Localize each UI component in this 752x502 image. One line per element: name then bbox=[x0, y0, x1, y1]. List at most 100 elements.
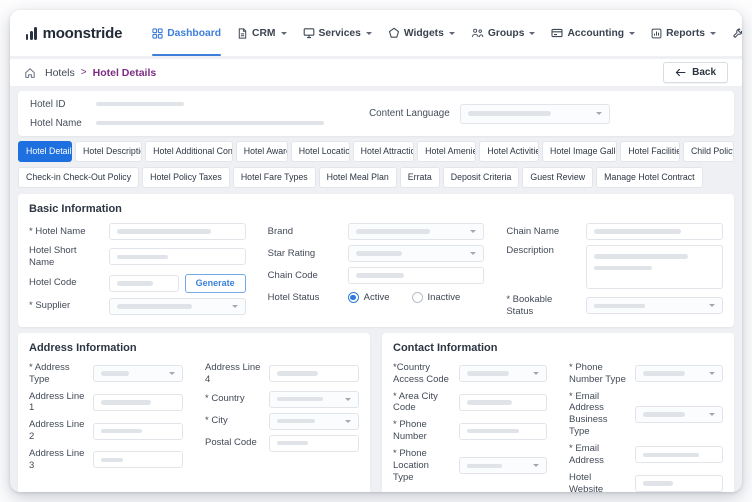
radio-icon bbox=[412, 292, 423, 303]
hotel-short-name-input[interactable] bbox=[109, 248, 246, 265]
postal-code-input[interactable] bbox=[269, 435, 359, 452]
placeholder-bar bbox=[467, 400, 512, 405]
radio-active[interactable]: Active bbox=[348, 292, 390, 303]
tab-hotel-activities[interactable]: Hotel Activities bbox=[479, 141, 539, 162]
nav-item-utilities[interactable]: Utilities bbox=[732, 10, 742, 56]
tab-guest-review[interactable]: Guest Review bbox=[522, 167, 593, 188]
tab-hotel-details[interactable]: Hotel Details bbox=[18, 141, 72, 162]
tab-child-policy[interactable]: Child Policy bbox=[683, 141, 734, 162]
email-address-input[interactable] bbox=[635, 446, 723, 463]
country-access-code-select[interactable] bbox=[459, 365, 547, 382]
address-line-1-input[interactable] bbox=[93, 394, 183, 411]
radio-option-label: Inactive bbox=[428, 292, 461, 303]
address-line-4-input[interactable] bbox=[269, 365, 359, 382]
field-label: Brand bbox=[268, 226, 348, 238]
chevron-down-icon bbox=[449, 32, 455, 35]
tab-hotel-facilities[interactable]: Hotel Facilities bbox=[620, 141, 680, 162]
bookable-status-select[interactable] bbox=[586, 297, 723, 314]
country-select[interactable] bbox=[269, 391, 359, 408]
chain-name-input[interactable] bbox=[586, 223, 723, 240]
placeholder-bar bbox=[467, 464, 502, 469]
form-column: * Address TypeAddress Line 1Address Line… bbox=[29, 362, 183, 472]
form-row: Address Line 4 bbox=[205, 362, 359, 386]
tab-hotel-location[interactable]: Hotel Location bbox=[291, 141, 350, 162]
tab-hotel-attraction[interactable]: Hotel Attraction bbox=[353, 141, 414, 162]
tab-errata[interactable]: Errata bbox=[400, 167, 440, 188]
breadcrumb-hotels[interactable]: Hotels bbox=[45, 67, 75, 79]
brand-logo[interactable]: moonstride bbox=[26, 25, 122, 42]
dashboard-icon bbox=[152, 28, 163, 39]
tab-hotel-additional-contact[interactable]: Hotel Additional Contact bbox=[145, 141, 233, 162]
tab-hotel-amenies[interactable]: Hotel Amenies bbox=[417, 141, 476, 162]
hotel-website-input[interactable] bbox=[635, 475, 723, 492]
brand-select[interactable] bbox=[348, 223, 485, 240]
phone-location-type-select[interactable] bbox=[459, 457, 547, 474]
chevron-down-icon bbox=[169, 372, 175, 375]
generate-button[interactable]: Generate bbox=[185, 274, 246, 293]
hotel-name-input[interactable] bbox=[109, 223, 246, 240]
field-label: * Phone Location Type bbox=[393, 448, 459, 484]
accounting-icon bbox=[551, 27, 563, 39]
placeholder-bar bbox=[643, 481, 673, 486]
star-rating-select[interactable] bbox=[348, 245, 485, 262]
chain-code-input[interactable] bbox=[348, 267, 485, 284]
tab-hotel-policy-taxes[interactable]: Hotel Policy Taxes bbox=[142, 167, 230, 188]
tab-hotel-meal-plan[interactable]: Hotel Meal Plan bbox=[319, 167, 397, 188]
field-control bbox=[635, 365, 723, 382]
tab-hotel-image-gallery[interactable]: Hotel Image Gallery bbox=[542, 141, 617, 162]
field-control bbox=[459, 365, 547, 382]
field-label: * Bookable Status bbox=[506, 294, 586, 318]
email-address-business-type-select[interactable] bbox=[635, 406, 723, 423]
address-type-select[interactable] bbox=[93, 365, 183, 382]
breadcrumb-hotel-details: Hotel Details bbox=[93, 67, 157, 79]
form-row: * Phone Number Type bbox=[569, 362, 723, 386]
field-label: Chain Name bbox=[506, 226, 586, 238]
field-label: Description bbox=[506, 245, 586, 257]
hotel-code-input[interactable] bbox=[109, 275, 179, 292]
phone-number-input[interactable] bbox=[459, 423, 547, 440]
widgets-icon bbox=[388, 27, 400, 39]
placeholder-bar bbox=[117, 229, 211, 234]
tab-deposit-criteria[interactable]: Deposit Criteria bbox=[443, 167, 520, 188]
chevron-down-icon bbox=[710, 32, 716, 35]
nav-item-widgets[interactable]: Widgets bbox=[388, 10, 455, 56]
brand-logo-mark-icon bbox=[26, 27, 39, 40]
area-city-code-input[interactable] bbox=[459, 394, 547, 411]
tab-hotel-award[interactable]: Hotel Award bbox=[236, 141, 288, 162]
placeholder-bar bbox=[594, 229, 681, 234]
hotel-id-row: Hotel ID bbox=[30, 98, 348, 110]
form-row: Hotel Website bbox=[569, 472, 723, 492]
tab-manage-hotel-contract[interactable]: Manage Hotel Contract bbox=[596, 167, 702, 188]
back-button[interactable]: Back bbox=[663, 62, 728, 83]
form-row: * Address Type bbox=[29, 362, 183, 386]
supplier-select[interactable] bbox=[109, 298, 246, 315]
placeholder-bar bbox=[277, 419, 315, 424]
nav-item-accounting[interactable]: Accounting bbox=[551, 10, 635, 56]
groups-icon bbox=[471, 28, 484, 38]
field-control bbox=[93, 365, 183, 382]
address-line-3-input[interactable] bbox=[93, 451, 183, 468]
tab-hotel-description[interactable]: Hotel Description bbox=[75, 141, 142, 162]
address-line-2-input[interactable] bbox=[93, 423, 183, 440]
nav-item-reports[interactable]: Reports bbox=[651, 10, 716, 56]
chevron-down-icon bbox=[596, 112, 602, 115]
nav-item-groups[interactable]: Groups bbox=[471, 10, 536, 56]
content-language-select[interactable] bbox=[460, 104, 610, 124]
tab-check-in-check-out-policy[interactable]: Check-in Check-Out Policy bbox=[18, 167, 139, 188]
nav-item-services[interactable]: Services bbox=[303, 10, 372, 56]
basic-information-fields: * Hotel NameHotel Short NameHotel CodeGe… bbox=[29, 223, 723, 318]
breadcrumb: Hotels > Hotel Details Back bbox=[10, 59, 742, 86]
field-label: Star Rating bbox=[268, 248, 348, 260]
placeholder-bar bbox=[117, 255, 168, 260]
radio-inactive[interactable]: Inactive bbox=[412, 292, 461, 303]
city-select[interactable] bbox=[269, 413, 359, 430]
home-icon[interactable] bbox=[24, 67, 36, 79]
nav-item-crm[interactable]: CRM bbox=[237, 10, 286, 56]
nav-item-dashboard[interactable]: Dashboard bbox=[152, 10, 221, 56]
tab-hotel-fare-types[interactable]: Hotel Fare Types bbox=[233, 167, 316, 188]
chevron-down-icon bbox=[629, 32, 635, 35]
placeholder-bar bbox=[594, 254, 688, 259]
field-label: Postal Code bbox=[205, 437, 269, 449]
description-textarea[interactable] bbox=[586, 245, 723, 289]
phone-number-type-select[interactable] bbox=[635, 365, 723, 382]
